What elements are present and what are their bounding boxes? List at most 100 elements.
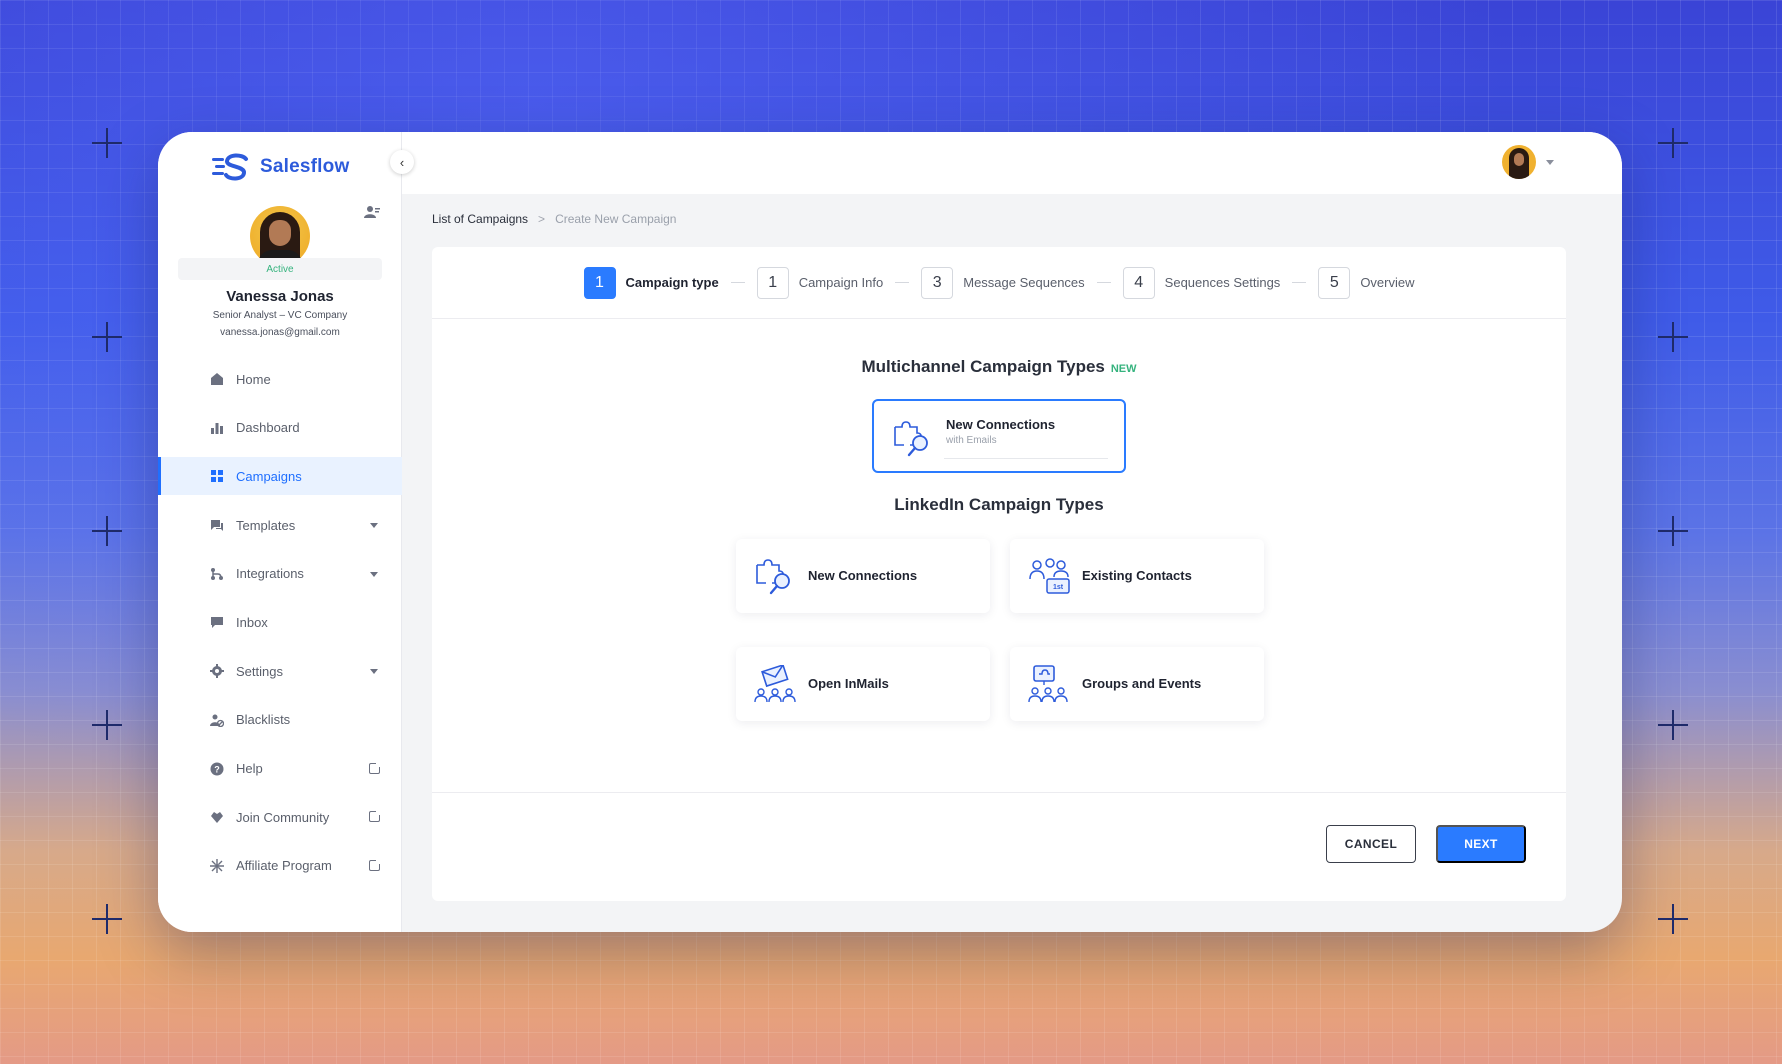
sidebar-item-home[interactable]: Home <box>158 360 402 398</box>
logo[interactable]: Salesflow <box>212 152 349 182</box>
profile-avatar[interactable] <box>250 206 310 266</box>
svg-text:1st: 1st <box>1053 584 1064 591</box>
sidebar-item-settings[interactable]: Settings <box>158 652 402 690</box>
plus-decoration <box>92 322 122 352</box>
campaign-type-multichannel-new-connections[interactable]: New Connections with Emails <box>872 399 1126 473</box>
sidebar-item-label: Campaigns <box>236 468 302 484</box>
sidebar-item-dashboard[interactable]: Dashboard <box>158 409 402 447</box>
external-link-icon[interactable] <box>369 809 382 823</box>
affiliate-icon <box>210 858 224 873</box>
step-overview[interactable]: 5 Overview <box>1318 266 1415 299</box>
collapse-sidebar-button[interactable]: ‹ <box>390 150 414 174</box>
puzzle-search-icon <box>894 421 928 457</box>
groups-events-icon <box>1028 665 1068 703</box>
step-number: 1 <box>583 266 616 299</box>
new-badge: NEW <box>1110 363 1137 375</box>
sidebar-item-label: Templates <box>236 517 296 533</box>
plus-decoration <box>1658 904 1688 934</box>
chevron-down-icon[interactable] <box>370 571 378 577</box>
step-sequences-settings[interactable]: 4 Sequences Settings <box>1122 266 1281 299</box>
blacklist-icon <box>210 714 224 727</box>
step-message-sequences[interactable]: 3 Message Sequences <box>921 266 1085 299</box>
campaign-type-groups-and-events[interactable]: Groups and Events <box>1010 647 1264 721</box>
sidebar-item-label: Home <box>236 371 271 387</box>
campaign-type-new-connections[interactable]: New Connections <box>736 539 990 613</box>
status-badge: Active <box>178 258 382 280</box>
campaign-type-title: New Connections <box>808 568 918 583</box>
sidebar-item-campaigns[interactable]: Campaigns <box>158 457 402 496</box>
help-icon: ? <box>210 762 224 775</box>
campaign-type-title: New Connections <box>946 417 1056 432</box>
plus-decoration <box>1658 516 1688 546</box>
step-divider <box>895 282 910 283</box>
profile-role: Senior Analyst – VC Company <box>212 310 348 321</box>
switch-user-icon[interactable] <box>364 204 380 220</box>
sidebar-nav: Home Dashboard Campaigns Templates Integ… <box>158 360 402 896</box>
sidebar-item-help[interactable]: ? Help <box>158 750 402 788</box>
step-divider <box>1292 282 1307 283</box>
account-avatar[interactable] <box>1502 145 1536 179</box>
plus-decoration <box>1658 322 1688 352</box>
sidebar-item-label: Integrations <box>236 566 304 582</box>
sidebar-item-integrations[interactable]: Integrations <box>158 555 402 593</box>
salesflow-logo-icon <box>212 153 248 181</box>
step-number: 5 <box>1318 266 1351 299</box>
sidebar-item-templates[interactable]: Templates <box>158 506 402 544</box>
step-campaign-info[interactable]: 1 Campaign Info <box>756 266 884 299</box>
sidebar-item-blacklists[interactable]: Blacklists <box>158 701 402 739</box>
bar-chart-icon <box>211 422 223 434</box>
chevron-down-icon[interactable] <box>370 669 378 675</box>
sidebar-item-label: Dashboard <box>236 420 300 436</box>
sidebar-item-label: Settings <box>236 663 283 679</box>
topbar <box>402 132 1622 194</box>
step-label: Campaign type <box>625 275 719 290</box>
community-icon <box>211 812 223 824</box>
step-number: 4 <box>1122 266 1155 299</box>
step-label: Overview <box>1360 275 1415 290</box>
plus-decoration <box>1658 128 1688 158</box>
multichannel-section-title: Multichannel Campaign Types NEW <box>432 357 1566 377</box>
sidebar-item-affiliate-program[interactable]: Affiliate Program <box>158 847 402 885</box>
home-icon <box>211 373 223 385</box>
chevron-down-icon[interactable] <box>370 523 378 529</box>
external-link-icon[interactable] <box>369 760 382 774</box>
sidebar-item-label: Blacklists <box>236 712 291 728</box>
logo-text: Salesflow <box>260 156 350 177</box>
next-button[interactable]: NEXT <box>1436 825 1526 863</box>
step-divider <box>1096 282 1111 283</box>
chevron-right-icon: > <box>538 212 546 226</box>
sidebar-item-label: Help <box>236 761 263 776</box>
divider <box>944 458 1108 459</box>
sidebar-item-inbox[interactable]: Inbox <box>158 603 402 641</box>
sidebar-item-join-community[interactable]: Join Community <box>158 798 402 836</box>
step-divider <box>730 282 745 283</box>
campaign-type-open-inmails[interactable]: Open InMails <box>736 647 990 721</box>
plus-decoration <box>92 904 122 934</box>
footer-divider <box>432 792 1566 793</box>
profile-email: vanessa.jonas@gmail.com <box>220 327 340 338</box>
puzzle-search-icon <box>756 559 790 595</box>
gear-icon <box>210 664 224 679</box>
step-label: Message Sequences <box>963 275 1085 290</box>
campaign-type-title: Existing Contacts <box>1082 568 1192 583</box>
cancel-button[interactable]: CANCEL <box>1326 825 1416 863</box>
create-campaign-card: 1 Campaign type 1 Campaign Info 3 Messag… <box>432 247 1566 901</box>
sidebar-item-label: Inbox <box>236 614 268 630</box>
campaign-type-existing-contacts[interactable]: 1st Existing Contacts <box>1010 539 1264 613</box>
step-label: Campaign Info <box>798 275 884 290</box>
step-label: Sequences Settings <box>1164 275 1281 290</box>
grid-icon <box>211 470 223 483</box>
contacts-1st-icon: 1st <box>1029 558 1070 594</box>
step-campaign-type[interactable]: 1 Campaign type <box>583 266 719 299</box>
envelope-group-icon <box>754 665 796 703</box>
external-link-icon[interactable] <box>369 857 382 871</box>
campaign-type-subtitle: with Emails <box>946 435 997 446</box>
breadcrumb-link-campaigns[interactable]: List of Campaigns <box>432 212 528 226</box>
plus-decoration <box>1658 710 1688 740</box>
chevron-down-icon[interactable] <box>1546 160 1554 165</box>
breadcrumb: List of Campaigns > Create New Campaign <box>432 212 676 226</box>
campaign-type-title: Groups and Events <box>1082 676 1202 691</box>
sidebar: Salesflow Active Vanessa Jonas Senior An… <box>158 132 402 932</box>
step-number: 1 <box>756 266 789 299</box>
campaign-type-title: Open InMails <box>808 676 889 691</box>
